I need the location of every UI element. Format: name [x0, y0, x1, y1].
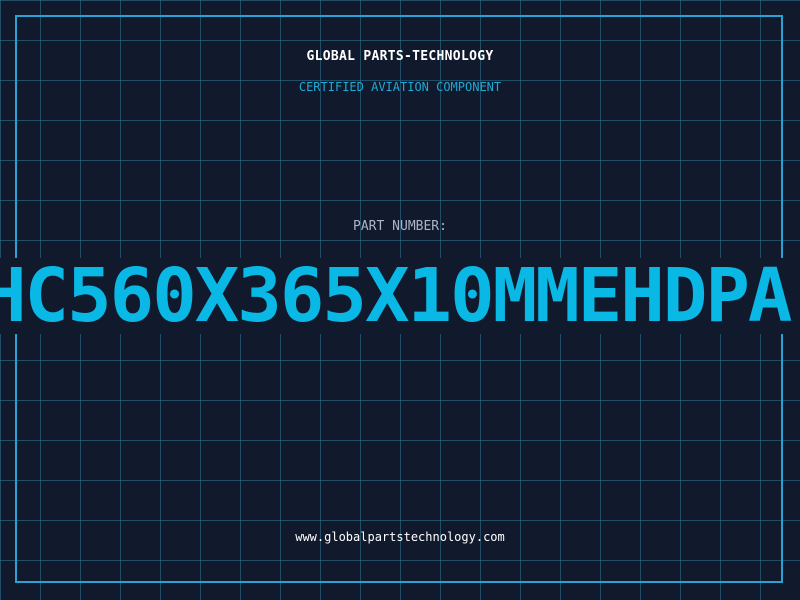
- part-number-band: HC560X365X10MMEHDPA: [0, 258, 800, 334]
- website-link[interactable]: www.globalpartstechnology.com: [0, 530, 800, 544]
- part-number-value: HC560X365X10MMEHDPA: [0, 258, 792, 334]
- company-name: GLOBAL PARTS-TECHNOLOGY: [306, 49, 494, 64]
- part-number-label: PART NUMBER:: [353, 219, 447, 234]
- certification-subtitle: CERTIFIED AVIATION COMPONENT: [298, 80, 502, 94]
